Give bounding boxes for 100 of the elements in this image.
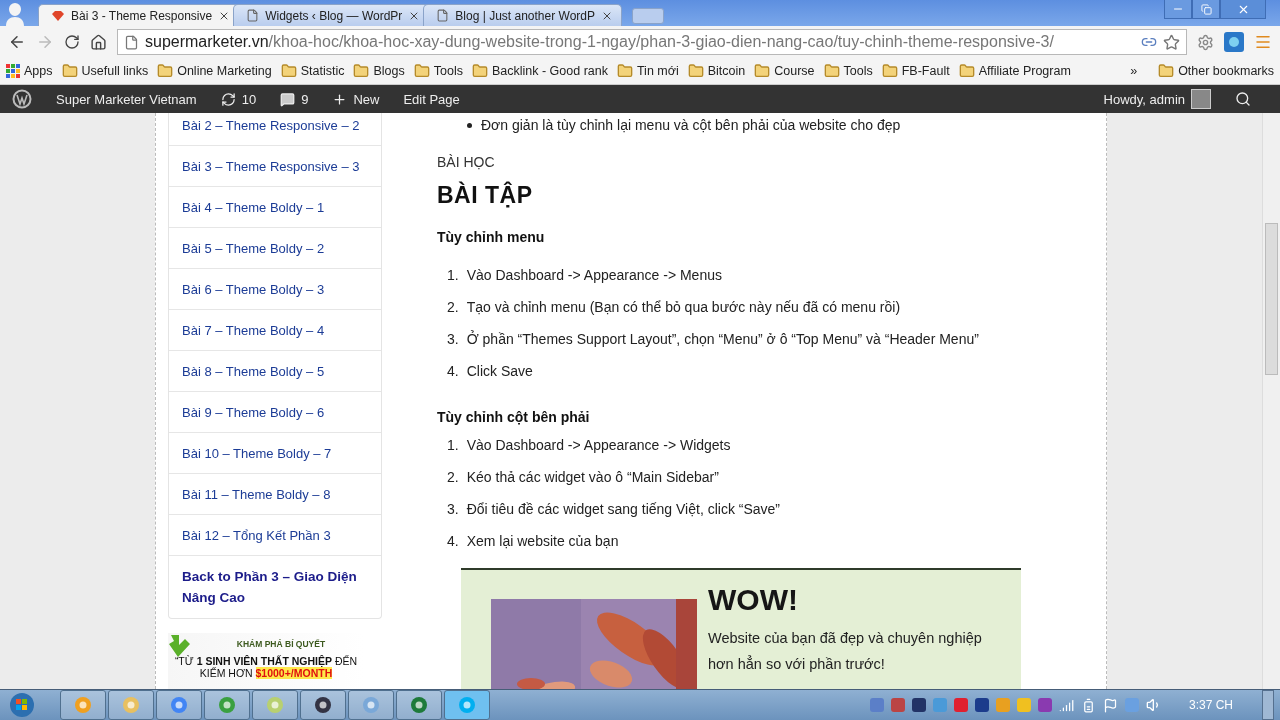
folder-icon [687,63,704,79]
page-icon [124,34,139,50]
back-icon[interactable] [8,33,26,51]
folder-icon [61,63,78,79]
folder-icon [471,63,488,79]
address-bar[interactable]: supermarketer.vn/khoa-hoc/khoa-hoc-xay-dung-website-trong-1-ngay/phan-3-giao-dien-nang-cao/tuy-chinh-theme-responsive-3/ [117,29,1187,55]
bookmark[interactable]: Course [754,63,815,79]
refresh-icon [220,91,236,107]
star-icon[interactable] [1163,33,1180,51]
taskbar-button[interactable] [348,690,394,720]
folder-icon [754,63,771,79]
show-desktop-button[interactable] [1262,690,1274,720]
plus-icon [332,91,348,107]
promo-text: Website của bạn đã đẹp và chuyên nghiệp hơn hẳn so với phần trước! [708,629,983,674]
taskbar-button[interactable] [60,690,106,720]
tab-title: Blog | Just another WordP [455,8,595,23]
lesson-link[interactable]: Bài 11 – Theme Boldy – 8 [169,474,381,515]
lesson-link[interactable]: Bài 4 – Theme Boldy – 1 [169,187,381,228]
signal-icon[interactable] [1058,697,1074,713]
lesson-link[interactable]: Bài 10 – Theme Boldy – 7 [169,433,381,474]
close-button[interactable] [1220,0,1266,19]
tab-title: Bài 3 - Theme Responsive [71,8,213,23]
section-title: Tùy chỉnh cột bên phải [437,409,591,425]
bookmark[interactable]: FB-Fault [881,63,950,79]
app-icon [217,695,237,715]
taskbar-button[interactable] [156,690,202,720]
bookmark[interactable]: Tin mới [616,63,679,79]
taskbar-button[interactable] [108,690,154,720]
bookmark[interactable]: Statistic [280,63,345,79]
extension-icon[interactable] [1224,32,1244,52]
page-icon [246,9,260,22]
tray-icon[interactable] [890,698,905,712]
bookmark[interactable]: Bitcoin [687,63,746,79]
step-text: Xem lại website của bạn [466,533,619,549]
updates-link[interactable]: 10 [208,85,269,113]
app-icon [121,695,141,715]
more-bookmarks-button[interactable]: » [1130,64,1138,78]
folder-icon [353,63,370,79]
lesson-link[interactable]: Bài 7 – Theme Boldy – 4 [169,310,381,351]
folder-icon [958,63,975,79]
taskbar-button[interactable] [300,690,346,720]
edit-page-link[interactable]: Edit Page [391,85,472,113]
flag-icon[interactable] [1102,697,1118,713]
folder-icon [616,63,633,79]
lesson-link[interactable]: Bài 6 – Theme Boldy – 3 [169,269,381,310]
home-icon[interactable] [90,33,107,51]
bookmark[interactable]: Affiliate Program [958,63,1071,79]
bookmark[interactable]: Apps [6,64,53,78]
bookmark[interactable]: Other bookmarks [1158,63,1274,79]
step-number: 1. [447,437,459,453]
folder-icon [823,63,840,79]
tray-icon[interactable] [911,698,926,712]
taskbar-button[interactable] [444,690,490,720]
restore-button[interactable] [1192,0,1220,19]
windows-logo [9,692,35,718]
lesson-link[interactable]: Bài 3 – Theme Responsive – 3 [169,146,381,187]
apps-grid-icon [6,64,20,78]
taskbar-button[interactable] [204,690,250,720]
bookmark[interactable]: Blogs [353,63,405,79]
bookmark[interactable]: Tools [413,63,463,79]
bookmark[interactable]: Usefull links [61,63,149,79]
step-number: 4. [447,533,459,549]
avatar [1191,89,1211,109]
site-name-link[interactable]: Super Marketer Vietnam [44,85,209,113]
step-text: Tạo và chỉnh menu (Bạn có thể bỏ qua bước này nếu đã có menu rồi) [466,299,901,315]
back-link[interactable]: Back to Phần 3 – Giao Diện Nâng Cao [169,556,381,618]
search-icon [1235,91,1251,107]
reload-icon[interactable] [64,34,80,50]
account-menu[interactable]: Howdy, admin [1091,85,1223,113]
new-link[interactable]: New [320,85,392,113]
taskbar-button[interactable] [252,690,298,720]
app-icon [73,695,93,715]
folder-icon [157,63,174,79]
lesson-link[interactable]: Bài 2 – Theme Responsive – 2 [169,113,381,146]
minimize-button[interactable] [1164,0,1192,19]
app-icon [265,695,285,715]
lesson-link[interactable]: Bài 5 – Theme Boldy – 2 [169,228,381,269]
restore-icon [1200,3,1212,15]
tab-title: Widgets ‹ Blog — WordPr [265,8,403,23]
lesson-link[interactable]: Bài 9 – Theme Boldy – 6 [169,392,381,433]
step-text: Click Save [466,363,533,379]
gem-icon [51,9,65,22]
comments-link[interactable]: 9 [268,85,321,113]
account-name: Howdy, admin [1103,91,1185,107]
app-icon [457,695,477,715]
lesson-link[interactable]: Bài 12 – Tổng Kết Phần 3 [169,515,381,556]
lesson-link[interactable]: Bài 8 – Theme Boldy – 5 [169,351,381,392]
step-text: Vào Dashboard -> Appearance -> Widgets [466,437,731,453]
tray-icon[interactable] [1037,698,1052,712]
bookmark[interactable]: Online Marketing [157,63,272,79]
bookmark[interactable]: Tools [823,63,873,79]
gear-icon[interactable] [1197,33,1214,51]
app-icon [361,695,381,715]
banner-heading: KHÁM PHÁ BÍ QUYẾT [236,639,326,649]
menu-icon[interactable] [1254,33,1272,51]
bookmark[interactable]: Backlink - Good rank [471,63,608,79]
taskbar-button[interactable] [396,690,442,720]
tray-icon[interactable] [974,698,989,712]
browser-tab[interactable]: Blog | Just another WordP [423,4,622,26]
scrollbar[interactable] [1262,113,1280,689]
